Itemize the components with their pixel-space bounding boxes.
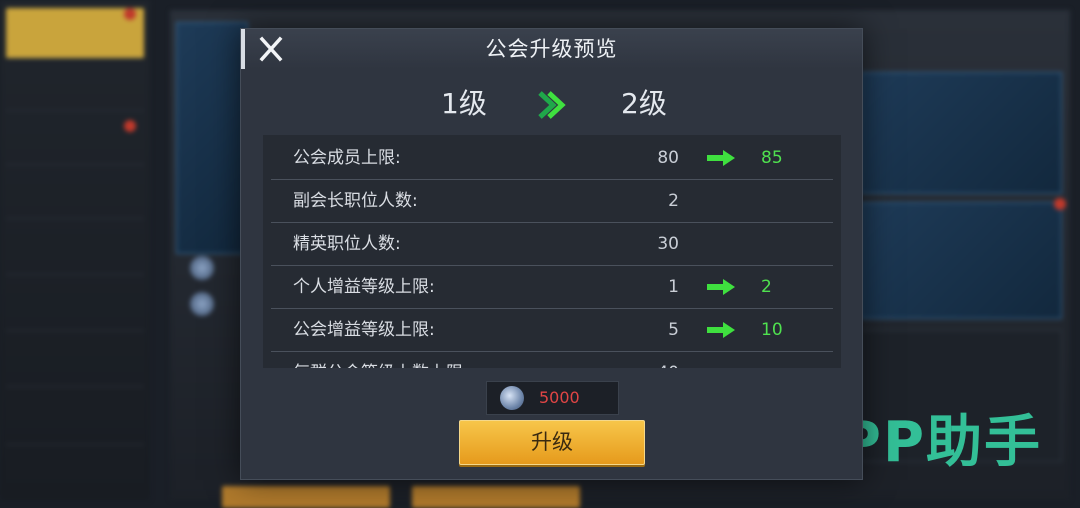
background-tab — [6, 284, 144, 331]
stat-label: 精英职位人数: — [293, 234, 401, 254]
cost-value: 5000 — [539, 388, 580, 407]
background-card — [860, 72, 1062, 194]
dialog-title: 公会升级预览 — [485, 37, 618, 61]
stat-current-value: 40 — [657, 352, 679, 368]
stat-label: 公会成员上限: — [293, 148, 401, 168]
stat-label: 每群公会等级上数上限 — [293, 352, 463, 368]
stat-label: 公会增益等级上限: — [293, 320, 435, 340]
background-tab — [6, 340, 144, 387]
level-comparison: 1级 2级 — [241, 79, 862, 129]
notification-dot — [124, 8, 136, 20]
stat-new-value: 10 — [761, 320, 783, 340]
stat-row: 精英职位人数: 30 — [271, 223, 833, 266]
stat-row: 公会增益等级上限: 5 10 — [271, 309, 833, 352]
background-tab — [6, 228, 144, 275]
stat-row: 公会成员上限: 80 85 — [271, 137, 833, 180]
background-button — [222, 486, 390, 508]
upgrade-button-label: 升级 — [531, 430, 573, 454]
stat-label: 个人增益等级上限: — [293, 277, 435, 297]
watermark: PP助手 — [839, 410, 1042, 475]
background-card — [860, 202, 1062, 319]
stat-current-value: 80 — [657, 148, 679, 168]
notification-dot — [1054, 198, 1066, 210]
background-card — [176, 22, 248, 254]
notification-dot — [124, 120, 136, 132]
stat-row: 个人增益等级上限: 1 2 — [271, 266, 833, 309]
background-button — [412, 486, 580, 508]
guild-upgrade-preview-dialog: 公会升级预览 1级 2级 公会成员上限: 80 85 副会长职位人数: 2 精英… — [240, 28, 863, 480]
stat-label: 副会长职位人数: — [293, 191, 418, 211]
arrow-right-icon — [538, 91, 566, 119]
stat-new-value: 85 — [761, 148, 783, 168]
arrow-right-icon — [707, 279, 735, 295]
background-coin-icon — [190, 292, 214, 316]
coin-icon — [500, 386, 524, 410]
stat-current-value: 30 — [657, 234, 679, 254]
upgrade-cost: 5000 — [486, 381, 619, 415]
upgrade-button[interactable]: 升级 — [459, 420, 645, 465]
stat-current-value: 5 — [668, 320, 679, 340]
stat-row-partially-visible: 每群公会等级上数上限 40 — [271, 352, 833, 368]
stat-current-value: 1 — [668, 277, 679, 297]
background-sidebar — [0, 0, 150, 500]
background-coin-icon — [190, 256, 214, 280]
stat-current-value: 2 — [668, 191, 679, 211]
next-level: 2级 — [621, 87, 667, 120]
background-tab — [6, 398, 144, 445]
arrow-right-icon — [707, 322, 735, 338]
arrow-right-icon — [707, 150, 735, 166]
background-tab — [6, 64, 144, 111]
dialog-header: 公会升级预览 — [241, 29, 862, 69]
stat-row: 副会长职位人数: 2 — [271, 180, 833, 223]
background-tab — [6, 172, 144, 219]
current-level: 1级 — [441, 87, 487, 120]
upgrade-stats-list[interactable]: 公会成员上限: 80 85 副会长职位人数: 2 精英职位人数: 30 个人增益… — [263, 135, 841, 368]
stat-new-value: 2 — [761, 277, 772, 297]
